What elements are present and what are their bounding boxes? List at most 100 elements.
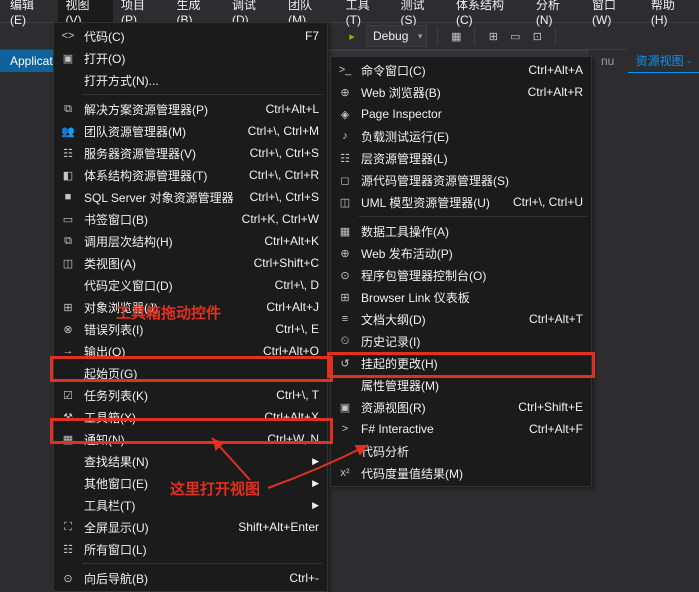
otherwin-item-6-shortcut: Ctrl+\, Ctrl+U bbox=[505, 195, 583, 209]
view-menu-item-11[interactable]: ◫类视图(A)Ctrl+Shift+C bbox=[54, 252, 327, 274]
view-menu-item-19[interactable]: ▦通知(N)Ctrl+W, N bbox=[54, 428, 327, 450]
otherwin-item-17[interactable]: >F# InteractiveCtrl+Alt+F bbox=[331, 418, 591, 440]
view-menu-item-2[interactable]: 打开方式(N)... bbox=[54, 69, 327, 91]
otherwin-item-16-icon: ▣ bbox=[335, 399, 355, 415]
otherwin-item-8-label: 数据工具操作(A) bbox=[355, 223, 583, 240]
otherwin-item-8-icon: ▦ bbox=[335, 223, 355, 239]
view-menu-item-26-icon: ⊙ bbox=[58, 570, 78, 586]
view-menu-item-18-icon: ⚒ bbox=[58, 409, 78, 425]
view-menu-item-16[interactable]: 起始页(G) bbox=[54, 362, 327, 384]
view-menu-item-12-icon bbox=[58, 277, 78, 293]
view-menu-item-5[interactable]: 👥团队资源管理器(M)Ctrl+\, Ctrl+M bbox=[54, 120, 327, 142]
otherwin-item-6-icon: ◫ bbox=[335, 194, 355, 210]
otherwin-item-14[interactable]: ↺挂起的更改(H) bbox=[331, 352, 591, 374]
view-menu-item-24[interactable]: ☷所有窗口(L) bbox=[54, 538, 327, 560]
menubar: 编辑(E) 视图(V) 项目(P) 生成(B) 调试(D) 团队(M) 工具(T… bbox=[0, 0, 699, 22]
view-menu-item-18[interactable]: ⚒工具箱(X)Ctrl+Alt+X bbox=[54, 406, 327, 428]
otherwin-item-3[interactable]: ♪负载测试运行(E) bbox=[331, 125, 591, 147]
otherwin-item-15-icon bbox=[335, 377, 355, 393]
toolbar-icon-4[interactable]: ⊡ bbox=[529, 28, 545, 44]
toolbar-icon-3[interactable]: ▭ bbox=[507, 28, 523, 44]
otherwin-item-10-label: 程序包管理器控制台(O) bbox=[355, 267, 583, 284]
view-menu-item-2-label: 打开方式(N)... bbox=[78, 72, 319, 89]
view-menu-item-4-icon: ⧉ bbox=[58, 101, 78, 117]
view-menu-item-9-icon: ▭ bbox=[58, 211, 78, 227]
otherwin-item-15[interactable]: 属性管理器(M) bbox=[331, 374, 591, 396]
otherwin-item-18-label: 代码分析 bbox=[355, 443, 583, 460]
otherwin-item-1-label: Web 浏览器(B) bbox=[355, 84, 520, 101]
otherwin-item-16[interactable]: ▣资源视图(R)Ctrl+Shift+E bbox=[331, 396, 591, 418]
view-menu-item-4[interactable]: ⧉解决方案资源管理器(P)Ctrl+Alt+L bbox=[54, 98, 327, 120]
otherwin-separator bbox=[359, 216, 587, 217]
toolbar-icon-2[interactable]: ⊞ bbox=[485, 28, 501, 44]
otherwin-item-0-shortcut: Ctrl+Alt+A bbox=[520, 63, 583, 77]
otherwin-item-8[interactable]: ▦数据工具操作(A) bbox=[331, 220, 591, 242]
otherwin-item-14-icon: ↺ bbox=[335, 355, 355, 371]
view-menu-item-2-icon bbox=[58, 72, 78, 88]
view-menu-item-14-label: 错误列表(I) bbox=[78, 321, 267, 338]
otherwin-item-6[interactable]: ◫UML 模型资源管理器(U)Ctrl+\, Ctrl+U bbox=[331, 191, 591, 213]
view-menu-item-20[interactable]: 查找结果(N)▶ bbox=[54, 450, 327, 472]
otherwin-item-1[interactable]: ⊕Web 浏览器(B)Ctrl+Alt+R bbox=[331, 81, 591, 103]
view-menu-item-12[interactable]: 代码定义窗口(D)Ctrl+\, D bbox=[54, 274, 327, 296]
view-menu-item-17-icon: ☑ bbox=[58, 387, 78, 403]
view-menu-item-13[interactable]: ⊞对象浏览器(J)Ctrl+Alt+J bbox=[54, 296, 327, 318]
view-menu-item-22[interactable]: 工具栏(T)▶ bbox=[54, 494, 327, 516]
toolbar-icon-1[interactable]: ▦ bbox=[448, 28, 464, 44]
view-menu-item-15[interactable]: →输出(O)Ctrl+Alt+O bbox=[54, 340, 327, 362]
view-menu-item-12-label: 代码定义窗口(D) bbox=[78, 277, 267, 294]
otherwin-item-12-shortcut: Ctrl+Alt+T bbox=[521, 312, 583, 326]
view-menu-item-24-label: 所有窗口(L) bbox=[78, 541, 319, 558]
view-menu-item-10-icon: ⧉ bbox=[58, 233, 78, 249]
otherwin-item-19[interactable]: x²代码度量值结果(M) bbox=[331, 462, 591, 484]
otherwin-item-4[interactable]: ☷层资源管理器(L) bbox=[331, 147, 591, 169]
otherwin-item-11[interactable]: ⊞Browser Link 仪表板 bbox=[331, 286, 591, 308]
otherwin-item-10[interactable]: ⊙程序包管理器控制台(O) bbox=[331, 264, 591, 286]
view-menu-item-9-label: 书签窗口(B) bbox=[78, 211, 234, 228]
view-menu-item-19-shortcut: Ctrl+W, N bbox=[259, 432, 319, 446]
view-menu-item-10-shortcut: Ctrl+Alt+K bbox=[256, 234, 319, 248]
otherwin-item-0[interactable]: >_命令窗口(C)Ctrl+Alt+A bbox=[331, 59, 591, 81]
view-menu-item-8[interactable]: ■SQL Server 对象资源管理器Ctrl+\, Ctrl+S bbox=[54, 186, 327, 208]
view-menu-item-9[interactable]: ▭书签窗口(B)Ctrl+K, Ctrl+W bbox=[54, 208, 327, 230]
view-menu-item-0[interactable]: <>代码(C)F7 bbox=[54, 25, 327, 47]
view-menu-item-21-icon bbox=[58, 475, 78, 491]
otherwin-item-5[interactable]: ◻源代码管理器资源管理器(S) bbox=[331, 169, 591, 191]
view-menu-item-11-label: 类视图(A) bbox=[78, 255, 246, 272]
resource-view-tab[interactable]: 资源视图 - bbox=[628, 49, 699, 73]
menu-edit[interactable]: 编辑(E) bbox=[2, 0, 58, 29]
otherwin-item-9[interactable]: ⊕Web 发布活动(P) bbox=[331, 242, 591, 264]
menu-arch[interactable]: 体系结构(C) bbox=[448, 0, 528, 29]
menu-analyze[interactable]: 分析(N) bbox=[528, 0, 584, 29]
view-menu-item-23[interactable]: ⛶全屏显示(U)Shift+Alt+Enter bbox=[54, 516, 327, 538]
otherwin-item-1-shortcut: Ctrl+Alt+R bbox=[520, 85, 583, 99]
view-menu-item-10[interactable]: ⧉调用层次结构(H)Ctrl+Alt+K bbox=[54, 230, 327, 252]
view-menu-item-5-icon: 👥 bbox=[58, 123, 78, 139]
otherwin-item-17-shortcut: Ctrl+Alt+F bbox=[521, 422, 583, 436]
otherwin-item-18[interactable]: 代码分析 bbox=[331, 440, 591, 462]
view-menu-item-21[interactable]: 其他窗口(E)▶ bbox=[54, 472, 327, 494]
menu-window[interactable]: 窗口(W) bbox=[584, 0, 643, 29]
otherwin-item-2[interactable]: ◈Page Inspector bbox=[331, 103, 591, 125]
view-menu-item-0-label: 代码(C) bbox=[78, 28, 297, 45]
view-menu-item-26[interactable]: ⊙向后导航(B)Ctrl+- bbox=[54, 567, 327, 589]
view-menu-item-1[interactable]: ▣打开(O) bbox=[54, 47, 327, 69]
view-menu-item-17[interactable]: ☑任务列表(K)Ctrl+\, T bbox=[54, 384, 327, 406]
config-combo[interactable]: Debug bbox=[366, 25, 427, 47]
otherwin-item-13[interactable]: ⏲历史记录(I) bbox=[331, 330, 591, 352]
otherwin-item-12[interactable]: ≡文档大纲(D)Ctrl+Alt+T bbox=[331, 308, 591, 330]
view-menu-item-6[interactable]: ☷服务器资源管理器(V)Ctrl+\, Ctrl+S bbox=[54, 142, 327, 164]
view-menu-item-6-icon: ☷ bbox=[58, 145, 78, 161]
play-icon[interactable]: ▸ bbox=[344, 28, 360, 44]
otherwin-item-1-icon: ⊕ bbox=[335, 84, 355, 100]
view-menu-item-7[interactable]: ◧体系结构资源管理器(T)Ctrl+\, Ctrl+R bbox=[54, 164, 327, 186]
view-menu-item-14-shortcut: Ctrl+\, E bbox=[267, 322, 319, 336]
otherwin-item-19-label: 代码度量值结果(M) bbox=[355, 465, 583, 482]
menu-help[interactable]: 帮助(H) bbox=[643, 0, 699, 29]
view-menu-item-20-label: 查找结果(N) bbox=[78, 453, 306, 470]
view-menu-item-14[interactable]: ⊗错误列表(I)Ctrl+\, E bbox=[54, 318, 327, 340]
tab-misc: nu bbox=[588, 54, 628, 68]
view-menu-item-1-icon: ▣ bbox=[58, 50, 78, 66]
otherwin-item-5-label: 源代码管理器资源管理器(S) bbox=[355, 172, 583, 189]
view-menu-item-4-label: 解决方案资源管理器(P) bbox=[78, 101, 258, 118]
